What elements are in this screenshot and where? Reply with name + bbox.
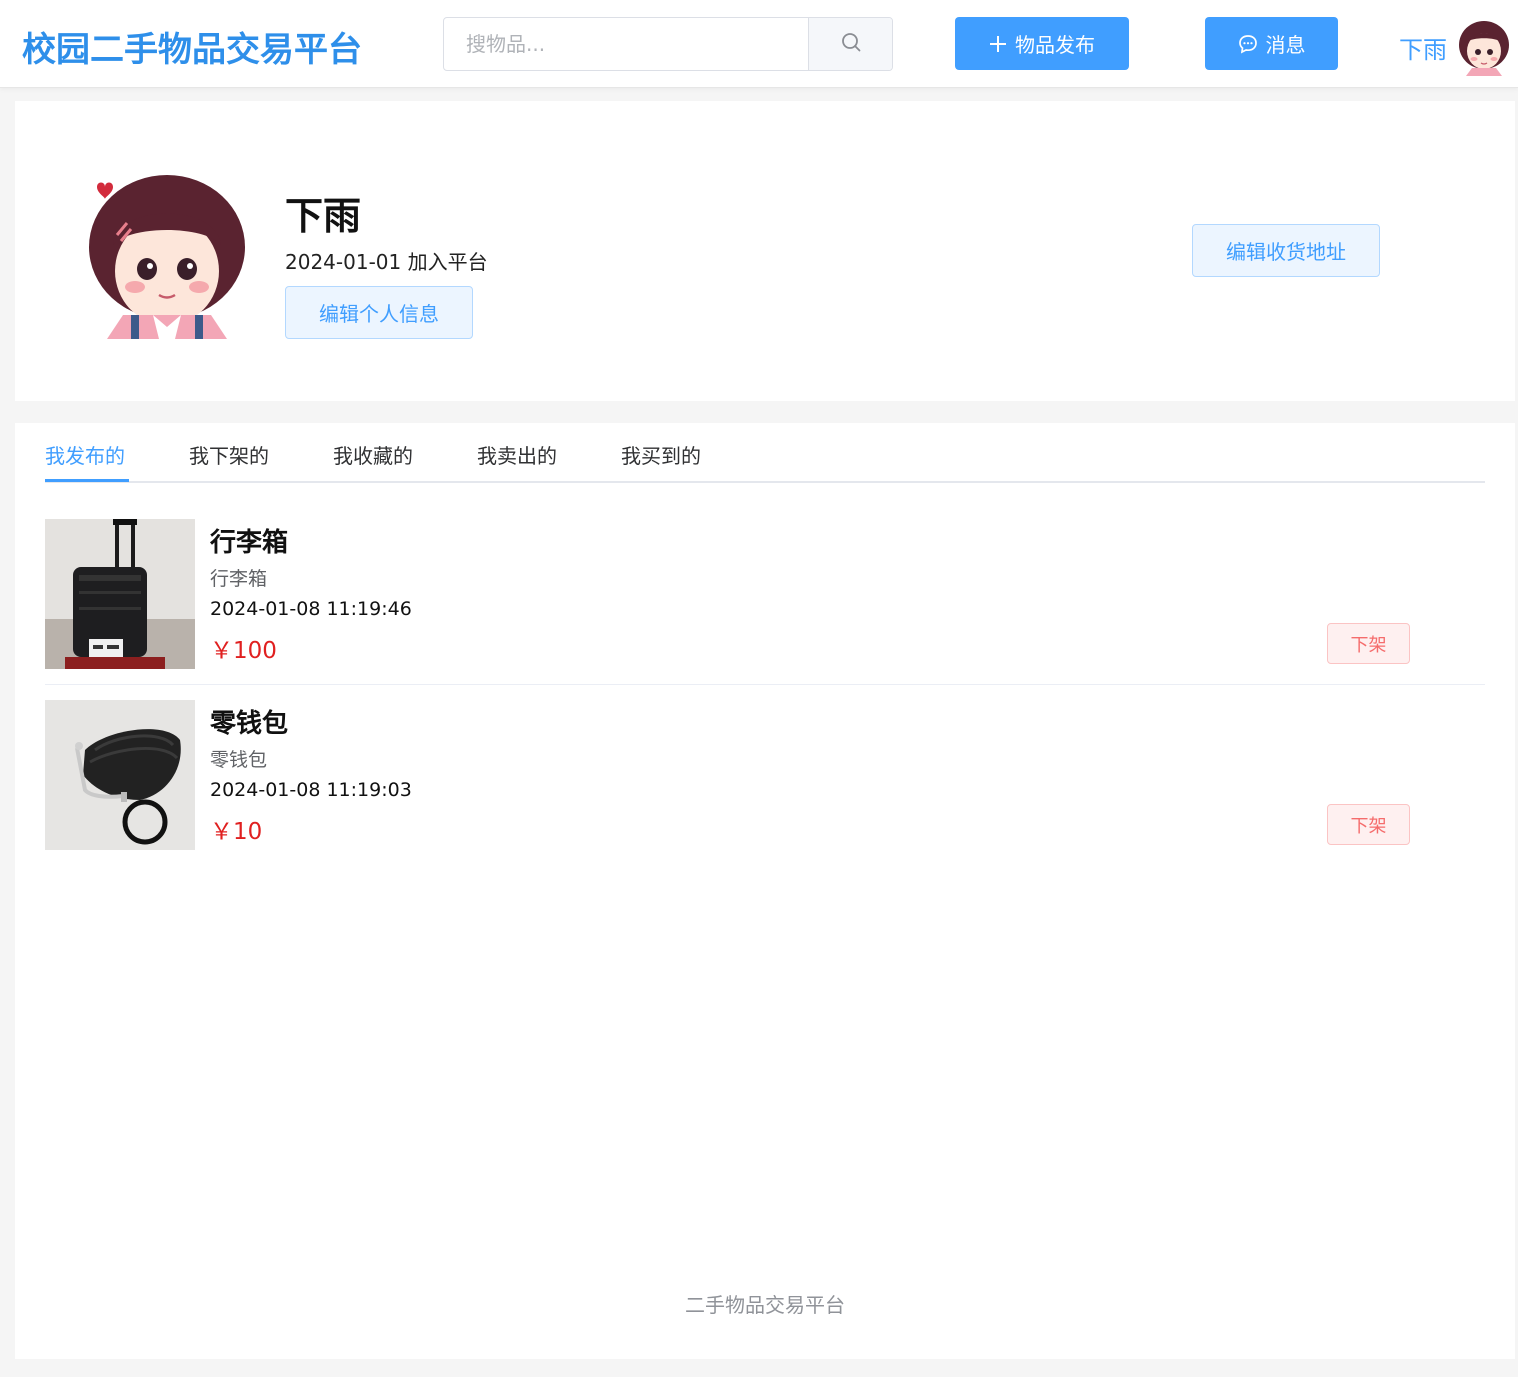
item-timestamp: 2024-01-08 11:19:46 xyxy=(210,598,412,620)
search-bar xyxy=(443,17,893,71)
listings-card: 我发布的 我下架的 我收藏的 我卖出的 我买到的 行李箱 行李箱 2024-01… xyxy=(15,423,1515,1359)
tab-my-bought[interactable]: 我买到的 xyxy=(621,440,701,469)
profile-avatar xyxy=(87,175,247,339)
item-description: 行李箱 xyxy=(210,568,268,590)
footer-text: 二手物品交易平台 xyxy=(685,1293,845,1317)
search-icon xyxy=(840,31,862,57)
listing-item: 行李箱 行李箱 2024-01-08 11:19:46 ￥100 下架 xyxy=(45,519,1485,685)
search-button[interactable] xyxy=(808,18,892,70)
delist-button[interactable]: 下架 xyxy=(1327,804,1410,845)
item-timestamp: 2024-01-08 11:19:03 xyxy=(210,779,412,801)
chat-bubble-icon xyxy=(1238,34,1258,54)
tab-my-published[interactable]: 我发布的 xyxy=(45,440,125,469)
item-title[interactable]: 行李箱 xyxy=(210,522,288,559)
listing-item: 零钱包 零钱包 2024-01-08 11:19:03 ￥10 下架 xyxy=(45,700,1485,866)
publish-item-button[interactable]: 物品发布 xyxy=(955,17,1129,70)
tab-my-sold[interactable]: 我卖出的 xyxy=(477,440,557,469)
messages-label: 消息 xyxy=(1265,33,1306,57)
edit-profile-button[interactable]: 编辑个人信息 xyxy=(285,286,473,339)
profile-name: 下雨 xyxy=(285,194,362,238)
edit-address-button[interactable]: 编辑收货地址 xyxy=(1192,224,1380,277)
messages-button[interactable]: 消息 xyxy=(1205,17,1338,70)
top-navbar: 校园二手物品交易平台 物品发布 xyxy=(0,0,1518,88)
tab-my-favorites[interactable]: 我收藏的 xyxy=(333,440,413,469)
publish-item-label: 物品发布 xyxy=(1015,33,1095,57)
delist-button[interactable]: 下架 xyxy=(1327,623,1410,664)
plus-icon xyxy=(989,35,1007,53)
listing-tabs: 我发布的 我下架的 我收藏的 我卖出的 我买到的 xyxy=(45,423,1485,483)
site-logo[interactable]: 校园二手物品交易平台 xyxy=(22,22,362,71)
tab-my-delisted[interactable]: 我下架的 xyxy=(189,440,269,469)
profile-card: 下雨 2024-01-01 加入平台 编辑个人信息 编辑收货地址 xyxy=(15,101,1515,401)
header-username[interactable]: 下雨 xyxy=(1399,30,1447,65)
search-input[interactable] xyxy=(444,18,809,70)
item-price: ￥100 xyxy=(210,638,277,664)
item-price: ￥10 xyxy=(210,819,263,845)
profile-join-date: 2024-01-01 加入平台 xyxy=(285,250,488,274)
item-thumbnail-coin-purse[interactable] xyxy=(45,700,195,850)
item-description: 零钱包 xyxy=(210,749,268,771)
active-tab-indicator xyxy=(45,479,129,482)
item-thumbnail-suitcase[interactable] xyxy=(45,519,195,669)
item-title[interactable]: 零钱包 xyxy=(210,703,288,740)
header-avatar[interactable] xyxy=(1456,18,1512,76)
